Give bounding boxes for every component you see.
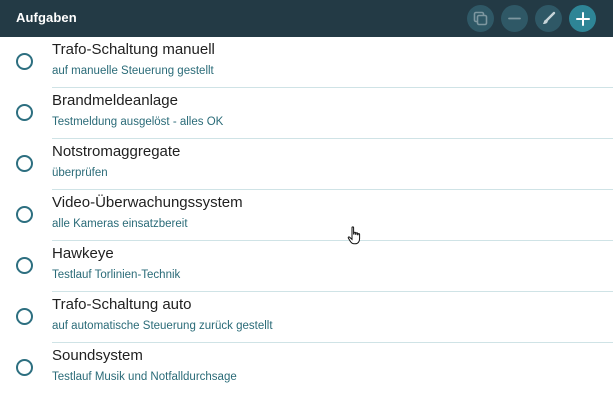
task-title: Soundsystem [52,347,143,364]
task-checkbox[interactable] [16,359,33,376]
task-subtitle: alle Kameras einsatzbereit [52,218,188,230]
task-item[interactable]: Video-Überwachungssystem alle Kameras ei… [0,190,613,241]
task-item[interactable]: Hawkeye Testlauf Torlinien-Technik [0,241,613,292]
copy-button[interactable] [467,5,494,32]
add-button[interactable] [569,5,596,32]
task-list: Trafo-Schaltung manuell auf manuelle Ste… [0,37,613,394]
task-title: Brandmeldeanlage [52,92,178,109]
task-title: Trafo-Schaltung auto [52,296,192,313]
app-header: Aufgaben [0,0,613,37]
task-checkbox[interactable] [16,53,33,70]
task-subtitle: auf manuelle Steuerung gestellt [52,65,214,77]
task-title: Hawkeye [52,245,114,262]
task-checkbox[interactable] [16,155,33,172]
remove-button[interactable] [501,5,528,32]
task-title: Notstromaggregate [52,143,181,160]
task-subtitle: auf automatische Steuerung zurück gestel… [52,320,273,332]
task-subtitle: Testlauf Torlinien-Technik [52,269,181,281]
brush-icon [541,11,556,26]
task-item[interactable]: Soundsystem Testlauf Musik und Notfalldu… [0,343,613,394]
task-checkbox[interactable] [16,308,33,325]
task-checkbox[interactable] [16,257,33,274]
task-item[interactable]: Brandmeldeanlage Testmeldung ausgelöst -… [0,88,613,139]
task-subtitle: überprüfen [52,167,108,179]
task-title: Video-Überwachungssystem [52,194,243,211]
task-checkbox[interactable] [16,104,33,121]
task-item[interactable]: Notstromaggregate überprüfen [0,139,613,190]
edit-button[interactable] [535,5,562,32]
task-subtitle: Testlauf Musik und Notfalldurchsage [52,371,237,383]
task-checkbox[interactable] [16,206,33,223]
task-item[interactable]: Trafo-Schaltung auto auf automatische St… [0,292,613,343]
copy-icon [473,11,488,26]
page-title: Aufgaben [16,10,77,25]
task-item[interactable]: Trafo-Schaltung manuell auf manuelle Ste… [0,37,613,88]
task-subtitle: Testmeldung ausgelöst - alles OK [52,116,224,128]
task-title: Trafo-Schaltung manuell [52,41,215,58]
hand-cursor-icon [347,226,363,245]
plus-icon [575,11,590,26]
minus-icon [508,12,521,25]
